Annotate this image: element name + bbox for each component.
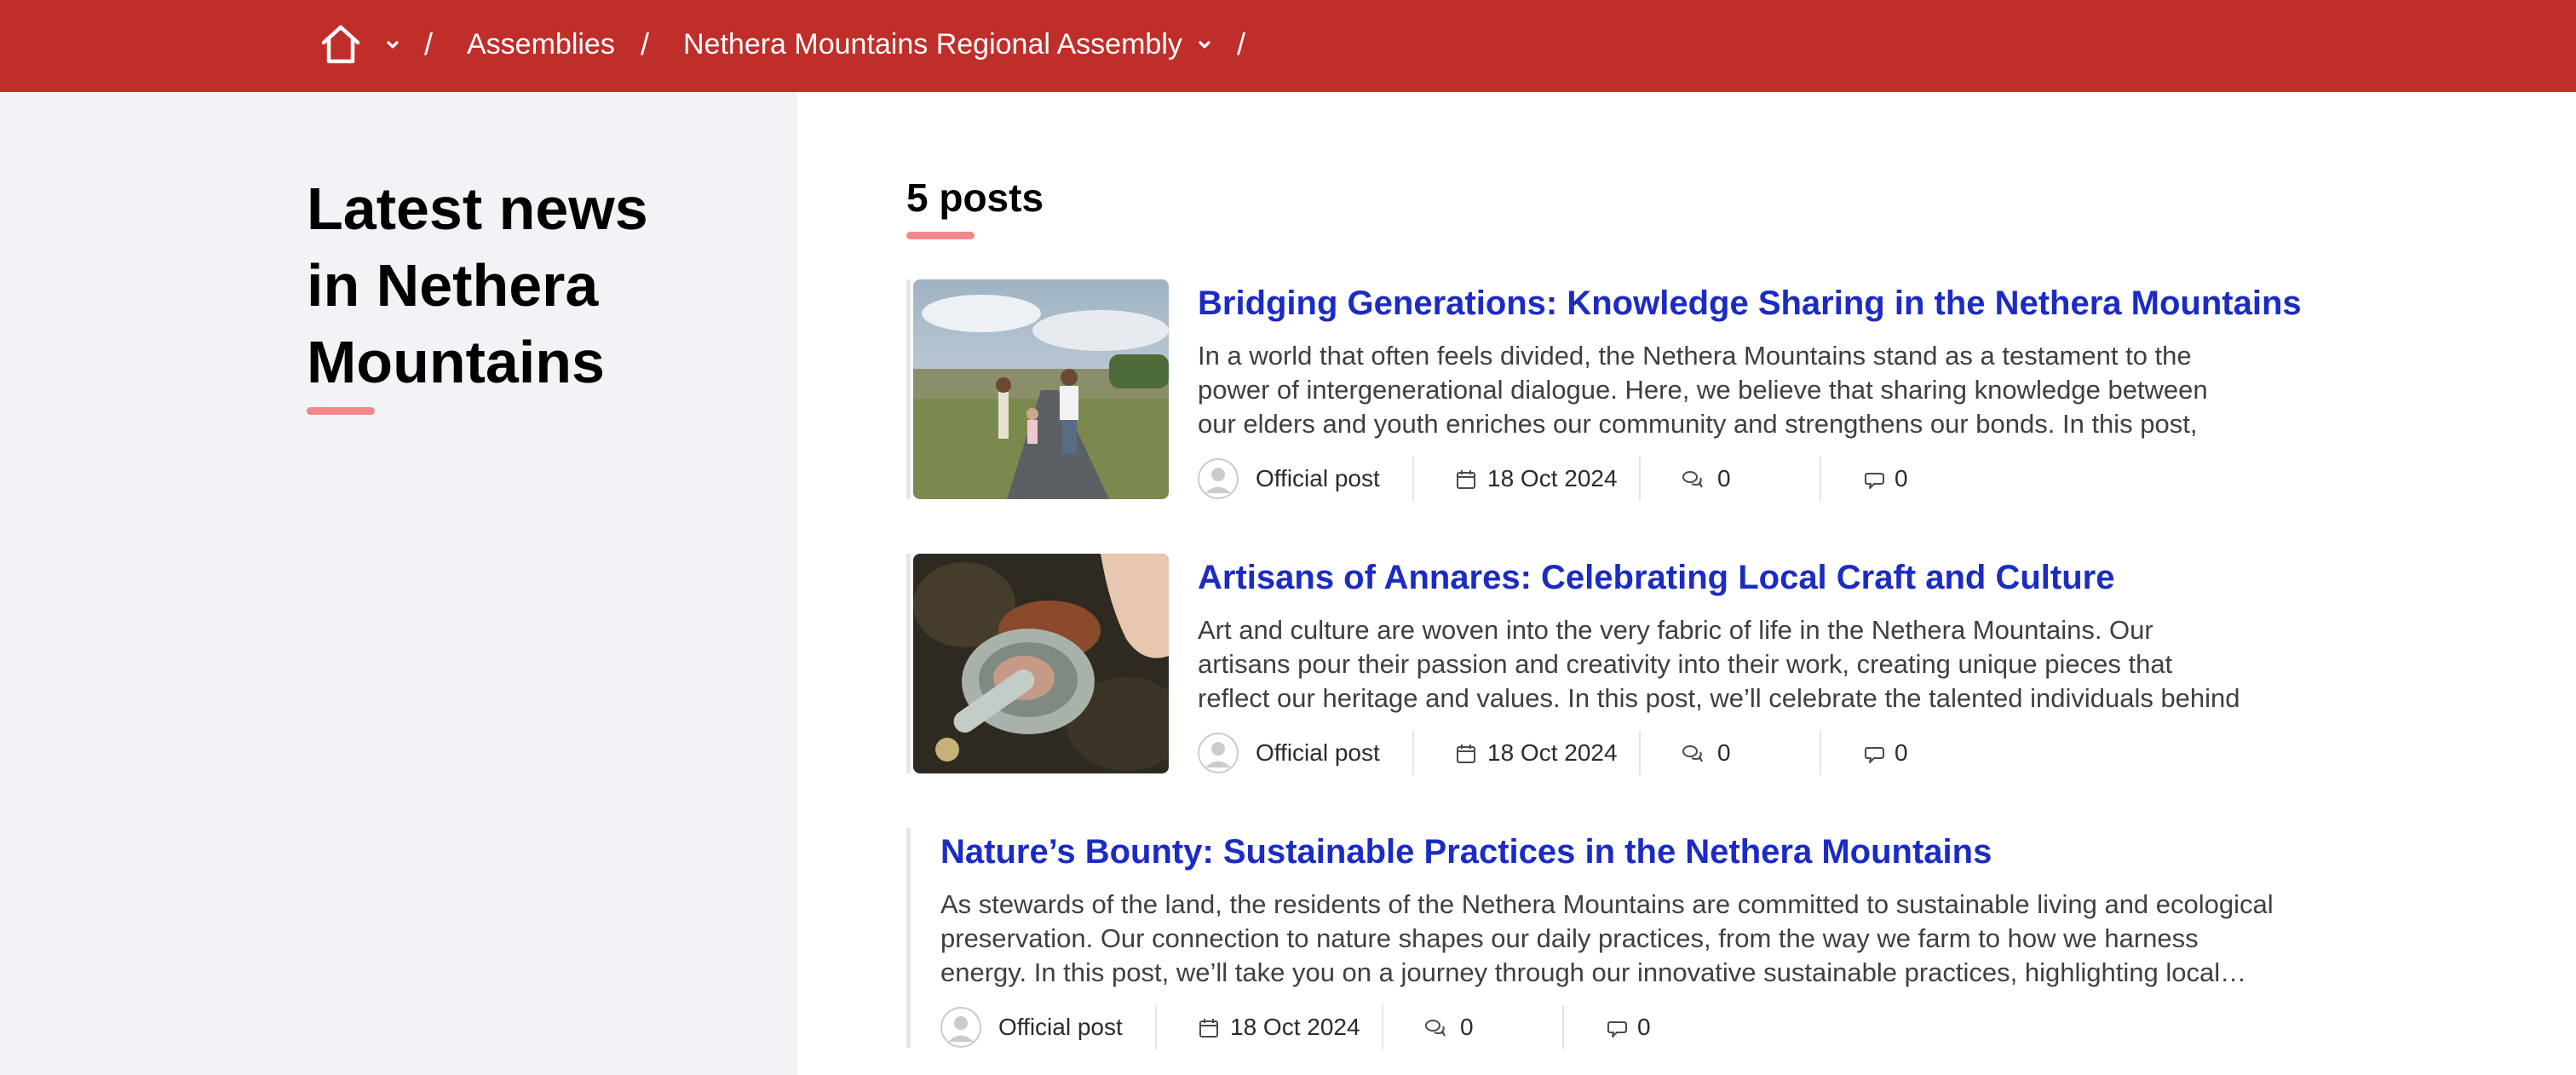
breadcrumb-assemblies[interactable]: Assemblies	[467, 24, 615, 65]
calendar-icon	[1455, 469, 1477, 491]
post-endorsements-count: 0	[1637, 1014, 1651, 1040]
avatar	[1198, 458, 1239, 499]
meta-divider	[1412, 731, 1414, 775]
post-date: 18 Oct 2024	[1230, 1014, 1360, 1040]
post-title-link[interactable]: Nature’s Bounty: Sustainable Practices i…	[940, 828, 1992, 876]
comments-icon	[1682, 743, 1704, 765]
endorsement-icon	[1607, 1017, 1629, 1039]
post-author: Official post	[1256, 465, 1380, 492]
post-card-border	[906, 554, 911, 773]
avatar	[1198, 733, 1239, 773]
meta-divider	[1639, 457, 1641, 501]
meta-divider	[1820, 731, 1821, 775]
page-title-line: in Nethera	[307, 252, 599, 319]
post-date: 18 Oct 2024	[1487, 465, 1618, 492]
breadcrumb-separator: /	[424, 26, 434, 61]
calendar-icon	[1455, 743, 1477, 765]
post-comments-count: 0	[1717, 739, 1731, 766]
breadcrumb-separator: /	[1237, 26, 1246, 61]
chevron-down-icon[interactable]	[382, 34, 404, 56]
post-excerpt: In a world that often feels divided, the…	[1198, 341, 2208, 439]
post-card: Nature’s Bounty: Sustainable Practices i…	[906, 828, 2303, 1049]
post-thumbnail[interactable]	[913, 279, 1169, 499]
page-title-line: Mountains	[307, 329, 605, 395]
post-comments-count: 0	[1460, 1014, 1474, 1040]
meta-divider	[1412, 457, 1414, 501]
page-title: Latest news in Nethera Mountains	[307, 170, 750, 400]
comments-icon	[1682, 469, 1704, 491]
breadcrumb-separator: /	[641, 26, 650, 61]
post-card: Artisans of Annares: Celebrating Local C…	[906, 554, 2303, 775]
post-author: Official post	[1256, 739, 1380, 766]
post-meta: Official post 18 Oct 2024 0 0	[1198, 731, 1964, 775]
top-bar: / Assemblies / Nethera Mountains Regiona…	[0, 0, 2576, 92]
avatar	[940, 1007, 981, 1048]
meta-divider	[1639, 731, 1641, 775]
post-excerpt: Art and culture are woven into the very …	[1198, 615, 2240, 713]
post-endorsements-count: 0	[1895, 739, 1908, 766]
post-meta: Official post 18 Oct 2024 0 0	[940, 1005, 1707, 1049]
post-title-link[interactable]: Bridging Generations: Knowledge Sharing …	[1198, 279, 2302, 327]
posts-count-underline	[906, 232, 975, 239]
meta-divider	[1562, 1005, 1564, 1049]
post-title-link[interactable]: Artisans of Annares: Celebrating Local C…	[1198, 554, 2114, 601]
post-date: 18 Oct 2024	[1487, 739, 1618, 766]
meta-divider	[1382, 1005, 1383, 1049]
post-card: Bridging Generations: Knowledge Sharing …	[906, 279, 2303, 501]
page-title-line: Latest news	[307, 175, 648, 242]
posts-count: 5 posts	[906, 175, 1044, 220]
post-card-border	[906, 828, 911, 1048]
chevron-down-icon[interactable]	[1193, 34, 1216, 56]
post-thumbnail[interactable]	[913, 554, 1169, 773]
title-underline	[307, 407, 375, 415]
home-icon[interactable]	[319, 20, 363, 68]
post-card-border	[906, 279, 911, 499]
comments-icon	[1424, 1017, 1446, 1039]
post-meta: Official post 18 Oct 2024 0 0	[1198, 457, 1964, 501]
post-author: Official post	[998, 1014, 1123, 1040]
breadcrumb-assembly[interactable]: Nethera Mountains Regional Assembly	[683, 24, 1182, 65]
post-excerpt: As stewards of the land, the residents o…	[940, 889, 2274, 987]
endorsement-icon	[1864, 469, 1886, 491]
calendar-icon	[1198, 1017, 1220, 1039]
post-comments-count: 0	[1717, 465, 1731, 492]
meta-divider	[1820, 457, 1821, 501]
endorsement-icon	[1864, 743, 1886, 765]
post-endorsements-count: 0	[1895, 465, 1908, 492]
meta-divider	[1155, 1005, 1157, 1049]
